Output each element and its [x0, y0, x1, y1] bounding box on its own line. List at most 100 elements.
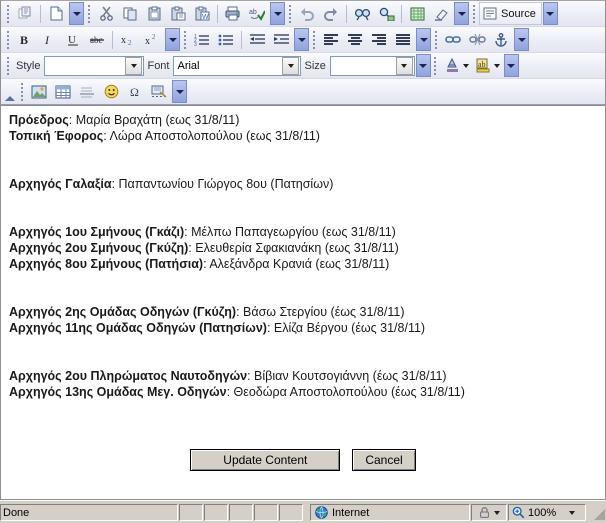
update-content-button[interactable]: Update Content: [190, 449, 341, 471]
toolbar-grip[interactable]: [310, 30, 317, 49]
table-icon[interactable]: [51, 80, 75, 103]
svg-text:I: I: [44, 33, 50, 46]
toolbar-grip[interactable]: [470, 4, 477, 23]
toolbar-row-1: W ab Source: [1, 1, 605, 27]
align-right-icon[interactable]: [367, 28, 391, 51]
toolbar-expand-icon[interactable]: [3, 80, 17, 103]
bold-icon[interactable]: B: [13, 28, 37, 51]
superscript-icon[interactable]: x2: [140, 28, 164, 51]
toolbar-grip[interactable]: [286, 4, 293, 23]
remove-format-dropdown-arrow[interactable]: [454, 2, 469, 25]
zoom-panel[interactable]: 100%: [508, 504, 586, 521]
content-line: Αρχηγός 8ου Σμήνους (Πατήσια): Αλεξάνδρα…: [9, 256, 597, 272]
paste-icon[interactable]: [142, 2, 166, 25]
chevron-down-icon[interactable]: [569, 510, 576, 515]
strikethrough-icon[interactable]: abc: [85, 28, 109, 51]
content-line-text: : Μαρία Βραχάτη (εως 31/8/11): [68, 113, 240, 127]
editor-window: W ab Source B I U abc x 2 x 2 1 2 3 Styl…: [0, 0, 606, 523]
smiley-icon[interactable]: [99, 80, 123, 103]
content-line-label: Αρχηγός 13ης Ομάδας Μεγ. Οδηγών: [9, 385, 227, 399]
indent-icon[interactable]: [269, 28, 293, 51]
editor-toolbar-frame: W ab Source B I U abc x 2 x 2 1 2 3 Styl…: [0, 0, 606, 106]
toolbar-grip[interactable]: [85, 4, 92, 23]
print-icon[interactable]: [221, 2, 245, 25]
document-body[interactable]: Πρόεδρος: Μαρία Βραχάτη (εως 31/8/11) Το…: [1, 106, 605, 449]
align-dropdown-arrow[interactable]: [416, 28, 431, 51]
align-left-icon[interactable]: [319, 28, 343, 51]
new-page-icon[interactable]: [44, 2, 68, 25]
link-icon[interactable]: [441, 28, 465, 51]
source-button[interactable]: Source: [479, 2, 542, 25]
select-all-icon[interactable]: [405, 2, 429, 25]
underline-icon[interactable]: U: [61, 28, 85, 51]
toolbar-grip[interactable]: [432, 30, 439, 49]
color-dropdown-arrow[interactable]: [503, 54, 519, 77]
editor-content-area[interactable]: Πρόεδρος: Μαρία Βραχάτη (εως 31/8/11) Το…: [0, 106, 606, 500]
page-break-icon[interactable]: [147, 80, 171, 103]
script-dropdown-arrow[interactable]: [165, 28, 180, 51]
toolbar-grip[interactable]: [4, 30, 11, 49]
undo-icon[interactable]: [295, 2, 319, 25]
toolbar-grip[interactable]: [18, 82, 25, 101]
horizontal-rule-icon[interactable]: [75, 80, 99, 103]
cut-icon[interactable]: [94, 2, 118, 25]
toolbar-grip[interactable]: [432, 56, 439, 75]
copy-format-icon[interactable]: [13, 2, 37, 25]
find-icon[interactable]: [350, 2, 374, 25]
paste-text-icon[interactable]: [166, 2, 190, 25]
bulleted-list-icon[interactable]: [214, 28, 238, 51]
svg-text:x: x: [145, 36, 150, 46]
fontsize-dropdown-arrow[interactable]: [415, 54, 431, 77]
subscript-icon[interactable]: x2: [116, 28, 140, 51]
chevron-down-icon[interactable]: [282, 56, 300, 75]
content-line-text: : Θεοδώρα Αποστολοπούλου (έως 31/8/11): [226, 385, 465, 399]
size-select[interactable]: [329, 55, 415, 76]
anchor-icon[interactable]: [489, 28, 513, 51]
content-line-text: : Βάσω Στεργίου (έως 31/8/11): [236, 305, 405, 319]
toolbar-grip[interactable]: [4, 56, 11, 75]
content-line: Αρχηγός 11ης Ομάδας Οδηγών (Πατησίων): Ε…: [9, 320, 597, 336]
unlink-icon[interactable]: [465, 28, 489, 51]
spellcheck-dropdown-arrow[interactable]: [270, 2, 285, 25]
indent-dropdown-arrow[interactable]: [294, 28, 309, 51]
content-line-label: Τοπική Έφορος: [9, 129, 104, 143]
outdent-icon[interactable]: [245, 28, 269, 51]
numbered-list-icon[interactable]: 123: [190, 28, 214, 51]
align-center-icon[interactable]: [343, 28, 367, 51]
lock-icon: [480, 507, 489, 518]
protected-mode-panel[interactable]: [471, 504, 507, 521]
spellcheck-icon[interactable]: ab: [245, 2, 269, 25]
status-panel: [254, 504, 278, 521]
image-icon[interactable]: [27, 80, 51, 103]
new-page-dropdown-arrow[interactable]: [69, 2, 84, 25]
toolbar-grip[interactable]: [4, 4, 11, 23]
align-justify-icon[interactable]: [391, 28, 415, 51]
svg-text:B: B: [20, 33, 28, 46]
source-dropdown-arrow[interactable]: [542, 2, 558, 25]
link-dropdown-arrow[interactable]: [514, 28, 529, 51]
chevron-down-icon[interactable]: [125, 56, 143, 75]
text-color-icon[interactable]: [441, 54, 465, 77]
content-line-label: Αρχηγός 8ου Σμήνους (Πατήσια): [9, 257, 204, 271]
redo-icon[interactable]: [319, 2, 343, 25]
insert-dropdown-arrow[interactable]: [172, 80, 187, 103]
content-line-label: Αρχηγός 2ης Ομάδας Οδηγών (Γκύζη): [9, 305, 237, 319]
security-zone-panel[interactable]: Internet: [310, 504, 470, 521]
background-color-icon[interactable]: ab: [472, 54, 496, 77]
toolbar-grip[interactable]: [181, 30, 188, 49]
special-char-icon[interactable]: Ω: [123, 80, 147, 103]
paste-word-icon[interactable]: W: [190, 2, 214, 25]
copy-icon[interactable]: [118, 2, 142, 25]
italic-icon[interactable]: I: [37, 28, 61, 51]
cancel-button[interactable]: Cancel: [352, 449, 416, 471]
chevron-down-icon[interactable]: [494, 510, 500, 515]
remove-format-icon[interactable]: [429, 2, 453, 25]
font-select[interactable]: Arial: [173, 55, 302, 76]
resize-grip[interactable]: [592, 504, 606, 521]
chevron-down-icon[interactable]: [395, 56, 413, 75]
replace-icon[interactable]: [374, 2, 398, 25]
status-message: Done: [0, 504, 178, 521]
style-select[interactable]: [44, 55, 145, 76]
